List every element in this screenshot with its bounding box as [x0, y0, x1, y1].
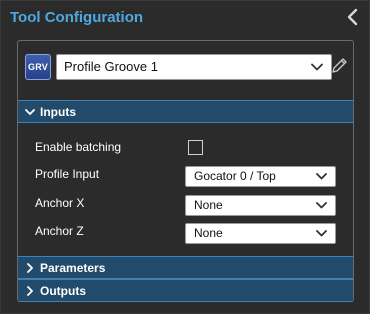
anchor-z-label: Anchor Z [35, 224, 84, 238]
profile-input-label: Profile Input [35, 167, 100, 181]
chevron-left-icon [347, 8, 358, 26]
chevron-down-icon [316, 202, 327, 209]
section-header-outputs[interactable]: Outputs [18, 279, 353, 302]
inputs-section-body: Enable batching Profile Input Gocator 0 … [18, 123, 353, 256]
anchor-z-dropdown[interactable]: None [185, 223, 336, 244]
chevron-down-icon [25, 109, 35, 115]
chevron-right-icon [27, 263, 33, 273]
edit-tool-name-button[interactable] [330, 56, 348, 76]
section-header-inputs[interactable]: Inputs [18, 100, 353, 123]
chevron-right-icon [27, 286, 33, 296]
tool-select-dropdown[interactable]: Profile Groove 1 [56, 54, 332, 80]
profile-input-dropdown[interactable]: Gocator 0 / Top [185, 166, 336, 187]
panel-header: Tool Configuration [1, 1, 369, 33]
tool-configuration-panel: Tool Configuration GRV Profile Groove 1 [0, 0, 370, 314]
section-label-inputs: Inputs [40, 105, 76, 119]
chevron-down-icon [316, 173, 327, 180]
tool-container: GRV Profile Groove 1 Inputs Enable batch… [17, 40, 354, 302]
collapse-panel-button[interactable] [345, 7, 361, 27]
enable-batching-checkbox[interactable] [188, 140, 203, 155]
pencil-icon [332, 58, 347, 73]
tool-select-value: Profile Groove 1 [64, 59, 158, 74]
profile-input-value: Gocator 0 / Top [194, 169, 276, 183]
anchor-x-value: None [194, 198, 223, 212]
chevron-down-icon [311, 63, 323, 71]
anchor-x-dropdown[interactable]: None [185, 195, 336, 216]
section-label-outputs: Outputs [40, 284, 86, 298]
anchor-x-label: Anchor X [35, 196, 85, 210]
enable-batching-label: Enable batching [35, 140, 122, 154]
section-header-parameters[interactable]: Parameters [18, 256, 353, 279]
section-label-parameters: Parameters [40, 261, 106, 275]
chevron-down-icon [316, 230, 327, 237]
panel-title: Tool Configuration [10, 9, 144, 26]
tool-selector-row: GRV Profile Groove 1 [18, 41, 353, 96]
groove-tool-icon: GRV [25, 54, 51, 80]
anchor-z-value: None [194, 226, 223, 240]
